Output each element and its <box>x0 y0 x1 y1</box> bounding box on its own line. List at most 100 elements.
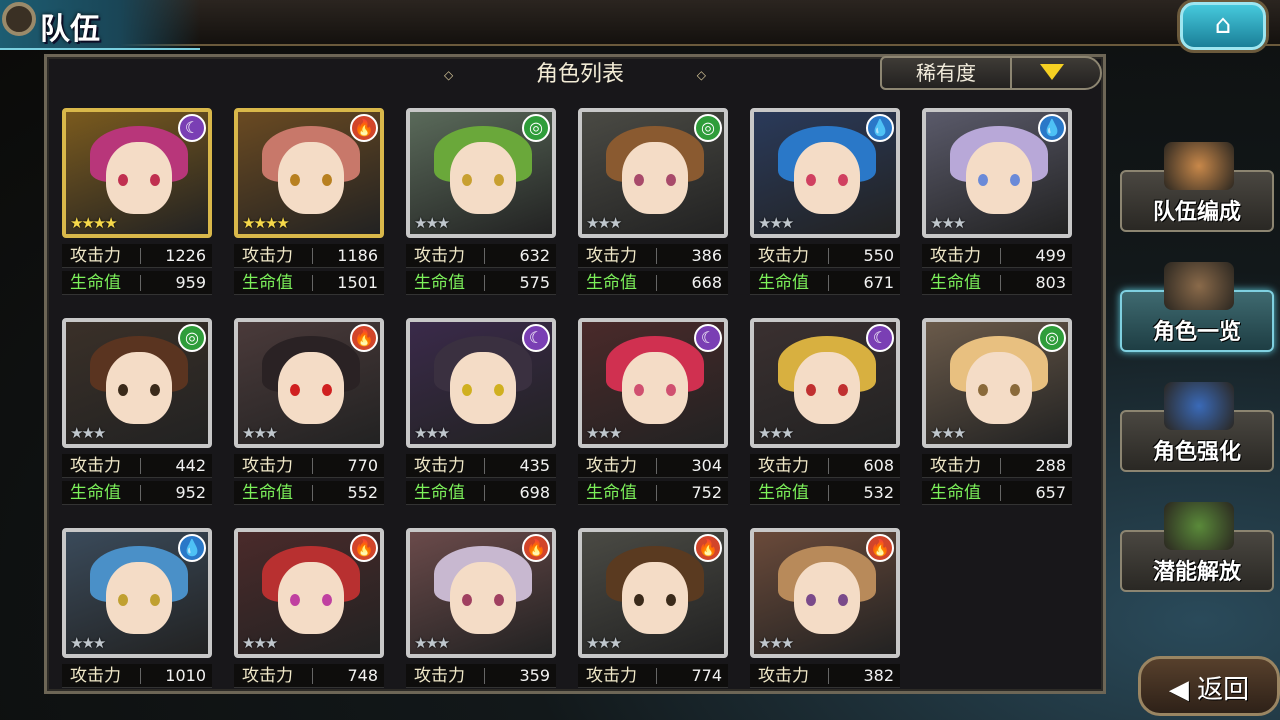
character-card[interactable]: 💧 ★★★ 攻击力 499 生命值 803 <box>922 108 1076 295</box>
attack-label: 攻击力 <box>70 666 121 686</box>
sort-label: 稀有度 <box>882 58 1012 88</box>
attack-label: 攻击力 <box>242 666 293 686</box>
sidebar-button-1[interactable]: 队伍编成 <box>1120 142 1274 232</box>
character-card[interactable]: 💧 ★★★ 攻击力 550 生命值 671 <box>750 108 904 295</box>
character-card[interactable]: 🔥 ★★★ 攻击力 770 生命值 552 <box>234 318 388 505</box>
character-face <box>106 352 172 424</box>
rarity-stars: ★★★ <box>586 424 622 442</box>
character-card[interactable]: 🔥 ★★★★ 攻击力 1186 生命值 1501 <box>234 108 388 295</box>
character-portrait[interactable]: 🔥 ★★★ <box>234 528 384 658</box>
character-card[interactable]: 🔥 ★★★ 攻击力 774 <box>578 528 732 714</box>
rarity-stars: ★★★ <box>930 424 966 442</box>
divider <box>828 275 829 291</box>
character-eye <box>838 594 848 606</box>
divider <box>828 458 829 474</box>
character-portrait[interactable]: 💧 ★★★ <box>750 108 900 238</box>
element-wind-icon: ◎ <box>522 114 550 142</box>
divider <box>140 458 141 474</box>
hp-value: 698 <box>519 483 550 502</box>
diamond-right-icon: ◇ <box>696 68 706 82</box>
character-eye <box>806 384 816 396</box>
rarity-stars: ★★★ <box>70 424 106 442</box>
character-face <box>794 562 860 634</box>
sidebar-button-3[interactable]: 角色强化 <box>1120 382 1274 472</box>
character-eye <box>494 174 504 186</box>
character-card[interactable]: ◎ ★★★ 攻击力 386 生命值 668 <box>578 108 732 295</box>
character-eye <box>978 174 988 186</box>
character-eye <box>290 384 300 396</box>
character-portrait[interactable]: 🔥 ★★★ <box>750 528 900 658</box>
hp-value: 532 <box>863 483 894 502</box>
crystal-icon <box>1164 382 1234 430</box>
character-portrait[interactable]: 💧 ★★★ <box>922 108 1072 238</box>
sidebar-button-4[interactable]: 潜能解放 <box>1120 502 1274 592</box>
character-portrait[interactable]: ◎ ★★★ <box>578 108 728 238</box>
character-card[interactable]: ◎ ★★★ 攻击力 442 生命值 952 <box>62 318 216 505</box>
rarity-stars: ★★★ <box>70 634 106 652</box>
rarity-stars: ★★★★ <box>242 214 290 232</box>
character-portrait[interactable]: 💧 ★★★ <box>62 528 212 658</box>
character-card[interactable]: ◎ ★★★ 攻击力 632 生命值 575 <box>406 108 560 295</box>
divider <box>484 485 485 501</box>
character-face <box>622 352 688 424</box>
character-portrait[interactable]: 🔥 ★★★ <box>234 318 384 448</box>
character-portrait[interactable]: ◎ ★★★ <box>62 318 212 448</box>
attack-label: 攻击力 <box>414 666 465 686</box>
divider <box>1000 485 1001 501</box>
character-card[interactable]: ☾ ★★★ 攻击力 304 生命值 752 <box>578 318 732 505</box>
character-portrait[interactable]: 🔥 ★★★ <box>578 528 728 658</box>
diamond-left-icon: ◇ <box>444 68 454 82</box>
character-portrait[interactable]: 🔥 ★★★ <box>406 528 556 658</box>
divider <box>828 248 829 264</box>
divider <box>312 458 313 474</box>
hp-value: 668 <box>691 273 722 292</box>
hp-value: 952 <box>175 483 206 502</box>
attack-row: 攻击力 1010 <box>62 664 212 688</box>
attack-label: 攻击力 <box>242 456 293 476</box>
character-card[interactable]: 🔥 ★★★ 攻击力 382 <box>750 528 904 714</box>
divider <box>828 485 829 501</box>
home-button[interactable]: ⌂ <box>1180 2 1266 50</box>
character-portrait[interactable]: ☾ ★★★★ <box>62 108 212 238</box>
character-card[interactable]: 💧 ★★★ 攻击力 1010 <box>62 528 216 714</box>
character-face <box>450 562 516 634</box>
character-portrait[interactable]: 🔥 ★★★★ <box>234 108 384 238</box>
character-portrait[interactable]: ☾ ★★★ <box>406 318 556 448</box>
character-face <box>278 142 344 214</box>
list-title: 角色列表 <box>535 62 624 87</box>
hp-row: 生命值 575 <box>406 271 556 295</box>
hp-value: 657 <box>1035 483 1066 502</box>
character-portrait[interactable]: ☾ ★★★ <box>750 318 900 448</box>
attack-row: 攻击力 382 <box>750 664 900 688</box>
list-header: ◇ 角色列表 ◇ <box>440 60 720 90</box>
character-card[interactable]: ☾ ★★★ 攻击力 608 生命值 532 <box>750 318 904 505</box>
attack-value: 774 <box>691 666 722 685</box>
book-icon <box>1164 262 1234 310</box>
element-wind-icon: ◎ <box>178 324 206 352</box>
character-portrait[interactable]: ◎ ★★★ <box>922 318 1072 448</box>
hp-row: 生命值 803 <box>922 271 1072 295</box>
character-card[interactable]: 🔥 ★★★ 攻击力 748 <box>234 528 388 714</box>
attack-label: 攻击力 <box>242 246 293 266</box>
character-card[interactable]: ☾ ★★★ 攻击力 435 生命值 698 <box>406 318 560 505</box>
character-card[interactable]: ☾ ★★★★ 攻击力 1226 生命值 959 <box>62 108 216 295</box>
sort-dropdown[interactable]: 稀有度 <box>880 56 1102 90</box>
back-button[interactable]: ◀ 返回 <box>1138 656 1280 716</box>
attack-value: 304 <box>691 456 722 475</box>
sidebar-button-2[interactable]: 角色一览 <box>1120 262 1274 352</box>
character-card[interactable]: 🔥 ★★★ 攻击力 359 <box>406 528 560 714</box>
hp-label: 生命值 <box>758 273 809 293</box>
hp-row: 生命值 671 <box>750 271 900 295</box>
character-eye <box>838 384 848 396</box>
character-portrait[interactable]: ☾ ★★★ <box>578 318 728 448</box>
divider <box>484 668 485 684</box>
attack-row: 攻击力 608 <box>750 454 900 478</box>
character-face <box>622 562 688 634</box>
divider <box>312 668 313 684</box>
hp-value: 575 <box>519 273 550 292</box>
character-portrait[interactable]: ◎ ★★★ <box>406 108 556 238</box>
character-card[interactable]: ◎ ★★★ 攻击力 288 生命值 657 <box>922 318 1076 505</box>
hp-value: 752 <box>691 483 722 502</box>
attack-value: 748 <box>347 666 378 685</box>
rarity-stars: ★★★ <box>930 214 966 232</box>
